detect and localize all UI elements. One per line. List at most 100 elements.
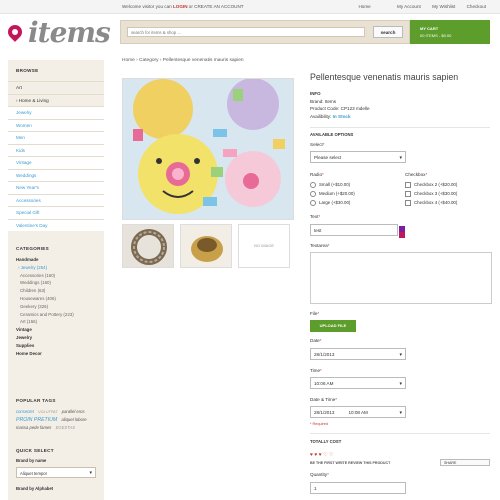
text-stepper[interactable] [399, 226, 405, 238]
sidebar-item-valentines-day[interactable]: Valentine's Day [8, 218, 104, 231]
rating-hearts-icon[interactable]: ♥ ♥ ♥ ♡ ♡ [310, 452, 333, 458]
category-item[interactable]: Supplies [8, 342, 104, 350]
write-review-link[interactable]: BE THE FIRST WRITE REVIEW THIS PRODUCT [310, 461, 390, 465]
share-button[interactable]: SHARE [440, 459, 490, 466]
text-input[interactable]: test [310, 224, 398, 236]
brand-name-label: Brand by name [16, 458, 47, 463]
sidebar-item-accessories[interactable]: Accessories [8, 193, 104, 206]
tag-link[interactable]: aliquet lobore [61, 417, 86, 422]
radio-option[interactable]: Small (+$10.00) [310, 182, 350, 188]
checkbox-option[interactable]: Checkbox 4 (+$40.00) [405, 200, 457, 206]
date-value: 28/1/2013 [314, 352, 335, 357]
tag-link[interactable]: EGESTAS [56, 425, 75, 430]
wreath-photo [123, 225, 173, 267]
cart-summary: 00 ITEMS - $0.00 [420, 33, 452, 38]
checkbox[interactable] [405, 191, 411, 197]
product-availability: Availibility: In Stock [310, 113, 370, 121]
option-select[interactable]: Please select ▾ [310, 151, 406, 163]
category-item[interactable]: Art (156) [8, 318, 104, 326]
cart-widget[interactable]: MY CART 00 ITEMS - $0.00 [410, 20, 490, 44]
checkbox-option[interactable]: Checkbox 3 (+$30.00) [405, 191, 457, 197]
checkbox-option[interactable]: Checkbox 2 (+$20.00) [405, 182, 457, 188]
sidebar-item-vintage[interactable]: Vintage [8, 156, 104, 169]
time-value: 10:06 AM [314, 381, 334, 386]
category-item[interactable]: Vintage [8, 326, 104, 334]
login-link[interactable]: LOGIN [173, 4, 188, 9]
create-account-link[interactable]: CREATE AN ACCOUNT [194, 4, 243, 9]
product-thumbnail[interactable]: NO IMAGE [238, 224, 290, 268]
tag-link[interactable]: PROIN PRETIUM [16, 417, 57, 423]
datetime-time: 10:08 AM [348, 410, 368, 415]
breadcrumb[interactable]: Home › Category › Pellentesque venenatis… [122, 58, 244, 63]
stepper-down-icon[interactable] [399, 232, 405, 238]
category-item[interactable]: Home Decor [8, 350, 104, 358]
site-logo[interactable]: items [5, 16, 118, 50]
radio-button[interactable] [310, 200, 316, 206]
home-link[interactable]: Home [358, 4, 370, 9]
sidebar-item-label: Home & Living [18, 97, 49, 103]
category-label: Jewelry (254) [20, 264, 48, 270]
quantity-label-text: Quantity [310, 472, 328, 477]
checkbox-label: Checkbox* [405, 172, 428, 177]
quick-select-title: QUICK SELECT [16, 448, 54, 453]
sidebar-item-weddings[interactable]: Weddings [8, 168, 104, 181]
sidebar-item-kids[interactable]: Kids [8, 143, 104, 156]
select-label-text: Select [310, 142, 323, 147]
sidebar-item-home-living[interactable]: › Home & Living [8, 93, 104, 106]
my-account-link[interactable]: My Account [397, 4, 421, 9]
category-item[interactable]: Geekery (326) [8, 303, 104, 311]
checkbox[interactable] [405, 200, 411, 206]
checkout-link[interactable]: Checkout [467, 4, 486, 9]
radio-button[interactable] [310, 191, 316, 197]
tag-link[interactable]: massa pede fames [16, 425, 51, 430]
datetime-input[interactable]: 28/1/2013 10:08 AM ▾ [310, 406, 406, 418]
radio-label: Radio* [310, 172, 324, 177]
textarea-input[interactable] [310, 252, 492, 304]
category-item[interactable]: Weddings (160) [8, 279, 104, 287]
category-item[interactable]: › Jewelry (254) [8, 264, 104, 272]
sidebar-item-special-gift[interactable]: Special Gift [8, 206, 104, 219]
brand-name-select[interactable]: Aliquet tempor [16, 467, 96, 479]
category-item[interactable]: Accessories (160) [8, 272, 104, 280]
tag-link[interactable]: VOLUTPAT [38, 410, 57, 414]
category-item[interactable]: Ceramics and Pottery (223) [8, 311, 104, 319]
sidebar-item-new-years[interactable]: New Year's [8, 181, 104, 194]
category-item[interactable]: Jewelry [8, 334, 104, 342]
total-cost-title: TOTALLY COST [310, 439, 342, 444]
chevron-down-icon: ▾ [399, 381, 402, 387]
sidebar-item-art[interactable]: Art [8, 81, 104, 94]
my-wishlist-link[interactable]: My Wishlist [432, 4, 455, 9]
search-button[interactable]: search [373, 26, 403, 38]
checkbox[interactable] [405, 182, 411, 188]
time-input[interactable]: 10:06 AM ▾ [310, 377, 406, 389]
date-input[interactable]: 28/1/2013 ▾ [310, 348, 406, 360]
radio-button[interactable] [310, 182, 316, 188]
category-item[interactable]: Handmade [8, 256, 104, 264]
categories-title: CATEGORIES [16, 246, 50, 251]
product-main-image[interactable] [122, 78, 294, 220]
sidebar-item-women[interactable]: Women [8, 118, 104, 131]
search-input[interactable]: search for items & shop ... [127, 27, 365, 37]
availability-label: Availibility: [310, 113, 333, 119]
checkbox-option-label: Checkbox 4 (+$40.00) [414, 200, 458, 206]
sidebar: BROWSE Art › Home & Living Jewelry Women… [8, 60, 104, 500]
category-item[interactable]: Housewares (406) [8, 295, 104, 303]
tag-link[interactable]: parallel eros [62, 409, 85, 414]
radio-label-text: Radio [310, 172, 323, 177]
category-item[interactable]: Children (63) [8, 287, 104, 295]
radio-option[interactable]: Medium (+$20.00) [310, 191, 355, 197]
tag-link[interactable]: consectet [16, 409, 34, 414]
time-label: Time* [310, 368, 322, 373]
quantity-input[interactable]: 1 [310, 482, 406, 494]
radio-option[interactable]: Large (+$30.00) [310, 200, 350, 206]
sidebar-item-men[interactable]: Men [8, 131, 104, 144]
upload-file-button[interactable]: UPLOAD FILE [310, 320, 356, 332]
sidebar-item-jewelry[interactable]: Jewelry [8, 106, 104, 119]
info-title: INFO [310, 91, 321, 96]
product-thumbnail[interactable] [180, 224, 232, 268]
product-thumbnail[interactable] [122, 224, 174, 268]
tag-cloud: consectet VOLUTPAT parallel eros PROIN P… [16, 408, 100, 432]
file-label: File* [310, 311, 320, 316]
divider [310, 127, 490, 128]
date-label: Date* [310, 338, 322, 343]
